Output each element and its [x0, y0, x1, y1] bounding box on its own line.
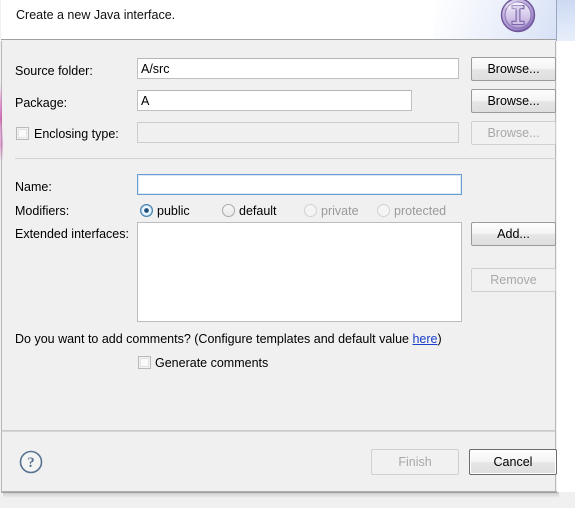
new-java-interface-dialog: Create a new Java interface. Source fold…	[0, 0, 575, 508]
modifier-radio-protected	[377, 204, 390, 217]
configure-templates-link[interactable]: here	[412, 332, 437, 346]
modifier-label-protected: protected	[394, 204, 447, 218]
extended-interfaces-add-button[interactable]: Add...	[471, 222, 556, 246]
modifier-radio-default[interactable]	[222, 204, 235, 217]
modifier-radio-private	[304, 204, 317, 217]
name-label: Name:	[15, 180, 52, 194]
help-question-icon[interactable]: ?	[17, 448, 45, 476]
generate-comments-label: Generate comments	[155, 356, 269, 370]
extended-interfaces-remove-button: Remove	[471, 268, 556, 292]
left-edge-artifact-secondary	[0, 126, 3, 162]
comments-question-suffix: )	[437, 332, 442, 346]
section-separator-1	[15, 158, 556, 159]
modifier-label-public: public	[157, 204, 190, 218]
extended-interfaces-list[interactable]	[137, 222, 462, 322]
enclosing-type-browse-button: Browse...	[471, 121, 556, 145]
modifier-label-private: private	[321, 204, 359, 218]
extended-interfaces-label: Extended interfaces:	[15, 227, 129, 241]
cancel-button[interactable]: Cancel	[469, 449, 557, 475]
source-folder-browse-button[interactable]: Browse...	[471, 57, 556, 81]
finish-button: Finish	[371, 449, 459, 475]
comments-question-prefix: Do you want to add comments? (Configure …	[15, 332, 413, 346]
enclosing-type-checkbox[interactable]	[16, 127, 29, 140]
modifier-label-default: default	[239, 204, 277, 218]
generate-comments-checkbox[interactable]	[138, 356, 151, 369]
dialog-drop-shadow	[3, 492, 559, 498]
modifiers-label: Modifiers:	[15, 204, 70, 218]
footer-divider	[2, 431, 555, 432]
header-right-strip	[556, 0, 575, 41]
enclosing-type-label: Enclosing type:	[34, 127, 119, 141]
modifier-radio-public[interactable]	[140, 204, 153, 217]
dialog-header: Create a new Java interface.	[1, 0, 556, 40]
source-folder-input[interactable]	[137, 58, 459, 79]
comments-question: Do you want to add comments? (Configure …	[15, 332, 442, 346]
package-input[interactable]	[137, 90, 412, 111]
body-right-strip	[557, 41, 575, 430]
java-interface-badge-icon	[494, 0, 542, 39]
dialog-title: Create a new Java interface.	[16, 8, 176, 22]
enclosing-type-input	[137, 122, 459, 143]
footer-right-strip	[557, 430, 575, 492]
svg-text:?: ?	[27, 455, 34, 471]
source-folder-label: Source folder:	[15, 64, 93, 78]
package-label: Package:	[15, 96, 68, 110]
name-input[interactable]	[137, 174, 462, 195]
package-browse-button[interactable]: Browse...	[471, 89, 556, 113]
